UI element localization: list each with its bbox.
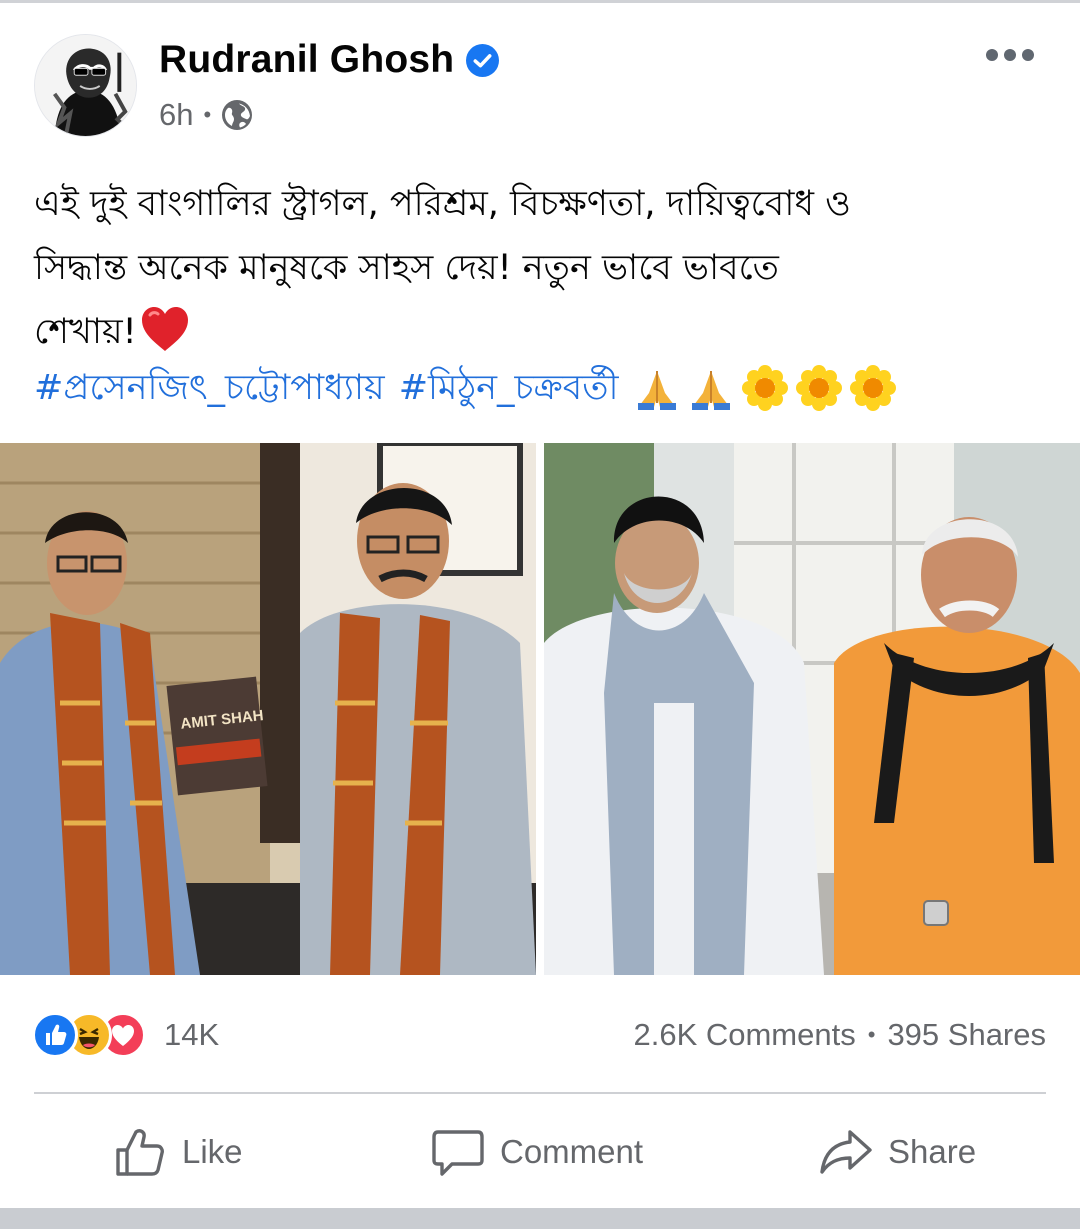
photo-left-image: AMIT SHAH bbox=[0, 443, 536, 975]
hashtag-link[interactable]: #মিঠুন_চক্রবর্তী bbox=[399, 356, 619, 420]
comments-count-link[interactable]: 2.6K Comments bbox=[633, 1017, 855, 1053]
shares-count-link[interactable]: 395 Shares bbox=[887, 1017, 1046, 1053]
globe-icon bbox=[222, 100, 253, 130]
comment-button-label: Comment bbox=[500, 1133, 644, 1170]
post-photo-left[interactable]: AMIT SHAH bbox=[0, 443, 536, 975]
share-button[interactable]: Share bbox=[818, 1122, 976, 1182]
verified-badge-icon bbox=[466, 43, 500, 77]
photo-right-image bbox=[544, 443, 1080, 975]
red-heart-emoji bbox=[141, 307, 188, 351]
author-name[interactable]: Rudranil Ghosh bbox=[159, 38, 454, 82]
post-text: এই দুই বাংগালির স্ট্রাগল, পরিশ্রম, বিচক্… bbox=[34, 172, 1044, 364]
more-dot bbox=[986, 49, 998, 61]
top-divider bbox=[0, 0, 1080, 3]
post-text-line: শেখায়! bbox=[34, 300, 1044, 364]
like-button-label: Like bbox=[182, 1133, 243, 1170]
more-dot bbox=[1022, 49, 1034, 61]
more-dot bbox=[1004, 49, 1016, 61]
post-text-line: সিদ্ধান্ত অনেক মানুষকে সাহস দেয়! নতুন ভ… bbox=[34, 248, 779, 288]
blossom-emoji bbox=[850, 365, 897, 411]
thumbs-up-icon bbox=[116, 1129, 164, 1176]
folded-hands-emoji bbox=[638, 371, 677, 410]
post-text-line-end: শেখায়! bbox=[34, 312, 137, 352]
post-timestamp[interactable]: 6h bbox=[159, 97, 193, 133]
comment-bubble-icon bbox=[432, 1130, 484, 1176]
stats-separator: • bbox=[867, 1022, 876, 1047]
action-divider bbox=[34, 1092, 1046, 1094]
reaction-summary[interactable]: 14K bbox=[32, 1010, 219, 1060]
reaction-count: 14K bbox=[164, 1017, 220, 1052]
feed-separator bbox=[0, 1208, 1080, 1229]
author-avatar[interactable] bbox=[34, 34, 137, 137]
hashtag-row: #প্রসেনজিৎ_চট্টোপাধ্যায় #মিঠুন_চক্রবর্ত… bbox=[34, 356, 1054, 420]
more-options-icon[interactable] bbox=[986, 38, 1034, 72]
like-button[interactable]: Like bbox=[112, 1122, 243, 1182]
post-text-line: এই দুই বাংগালির স্ট্রাগল, পরিশ্রম, বিচক্… bbox=[34, 184, 851, 224]
share-arrow-icon bbox=[820, 1130, 872, 1174]
post-photo-right[interactable] bbox=[544, 443, 1080, 975]
post-meta: 6h • bbox=[159, 94, 253, 136]
hashtag-link[interactable]: #প্রসেনজিৎ_চট্টোপাধ্যায় bbox=[34, 356, 385, 420]
meta-separator: • bbox=[203, 102, 212, 127]
engagement-stats: 2.6K Comments • 395 Shares bbox=[633, 1012, 1046, 1058]
author-header: Rudranil Ghosh bbox=[159, 36, 500, 84]
comment-button[interactable]: Comment bbox=[430, 1122, 643, 1182]
avatar-image bbox=[35, 35, 136, 136]
like-reaction-icon bbox=[32, 1012, 78, 1058]
share-button-label: Share bbox=[888, 1133, 977, 1170]
blossom-emoji bbox=[796, 365, 843, 411]
blossom-emoji bbox=[742, 365, 789, 411]
folded-hands-emoji bbox=[692, 371, 731, 410]
